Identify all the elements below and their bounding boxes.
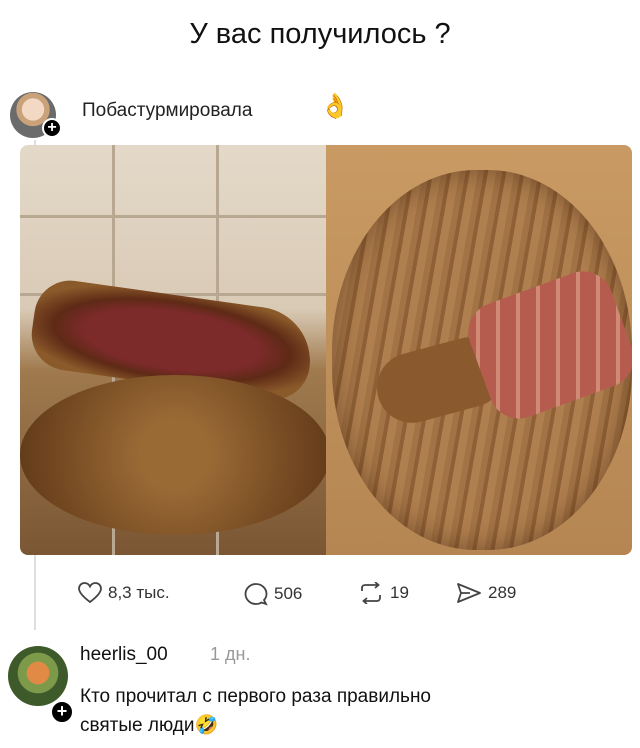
follow-plus-icon[interactable]: + — [50, 700, 74, 724]
post-photo-collage[interactable] — [20, 145, 632, 555]
comment-text: Кто прочитал с первого раза правильно св… — [80, 682, 620, 740]
post-author-username[interactable]: Побастурмировала — [82, 100, 252, 122]
author-avatar[interactable]: + — [10, 92, 66, 138]
meme-caption: У вас получилось ? — [189, 18, 451, 50]
heart-icon — [78, 582, 102, 604]
repost-icon — [361, 582, 381, 604]
repost-button[interactable]: 19 — [358, 582, 409, 604]
like-button[interactable]: 8,3 тыс. — [78, 582, 170, 604]
ok-hand-emoji-icon: 👌 — [320, 93, 350, 120]
share-button[interactable]: 289 — [456, 582, 516, 604]
laughing-emoji-icon: 🤣 — [194, 715, 219, 736]
post-header: + Побастурмировала 👌 — [0, 88, 640, 138]
reply-count: 506 — [274, 584, 303, 603]
commenter-avatar[interactable]: + — [8, 646, 74, 726]
like-count: 8,3 тыс. — [108, 583, 170, 602]
basturma-photo-left — [20, 145, 330, 555]
basturma-photo-right — [326, 145, 632, 555]
send-icon — [457, 583, 481, 603]
post-actions-bar: 8,3 тыс. 506 19 289 — [78, 582, 598, 612]
follow-plus-icon[interactable]: + — [42, 118, 62, 138]
reply-button[interactable]: 506 — [244, 582, 302, 606]
avatar-image — [8, 646, 68, 706]
comment-item: + heerlis_00 1 дн. Кто прочитал с первог… — [0, 640, 640, 748]
comment-timestamp: 1 дн. — [210, 644, 251, 664]
commenter-username[interactable]: heerlis_00 — [80, 644, 168, 666]
spiced-meat-loaf — [20, 375, 330, 535]
comment-bubble-icon — [244, 583, 268, 606]
share-count: 289 — [488, 583, 517, 602]
comment-line-1: Кто прочитал с первого раза правильно — [80, 686, 431, 707]
comment-line-2: святые люди — [80, 715, 195, 736]
repost-count: 19 — [390, 583, 409, 602]
